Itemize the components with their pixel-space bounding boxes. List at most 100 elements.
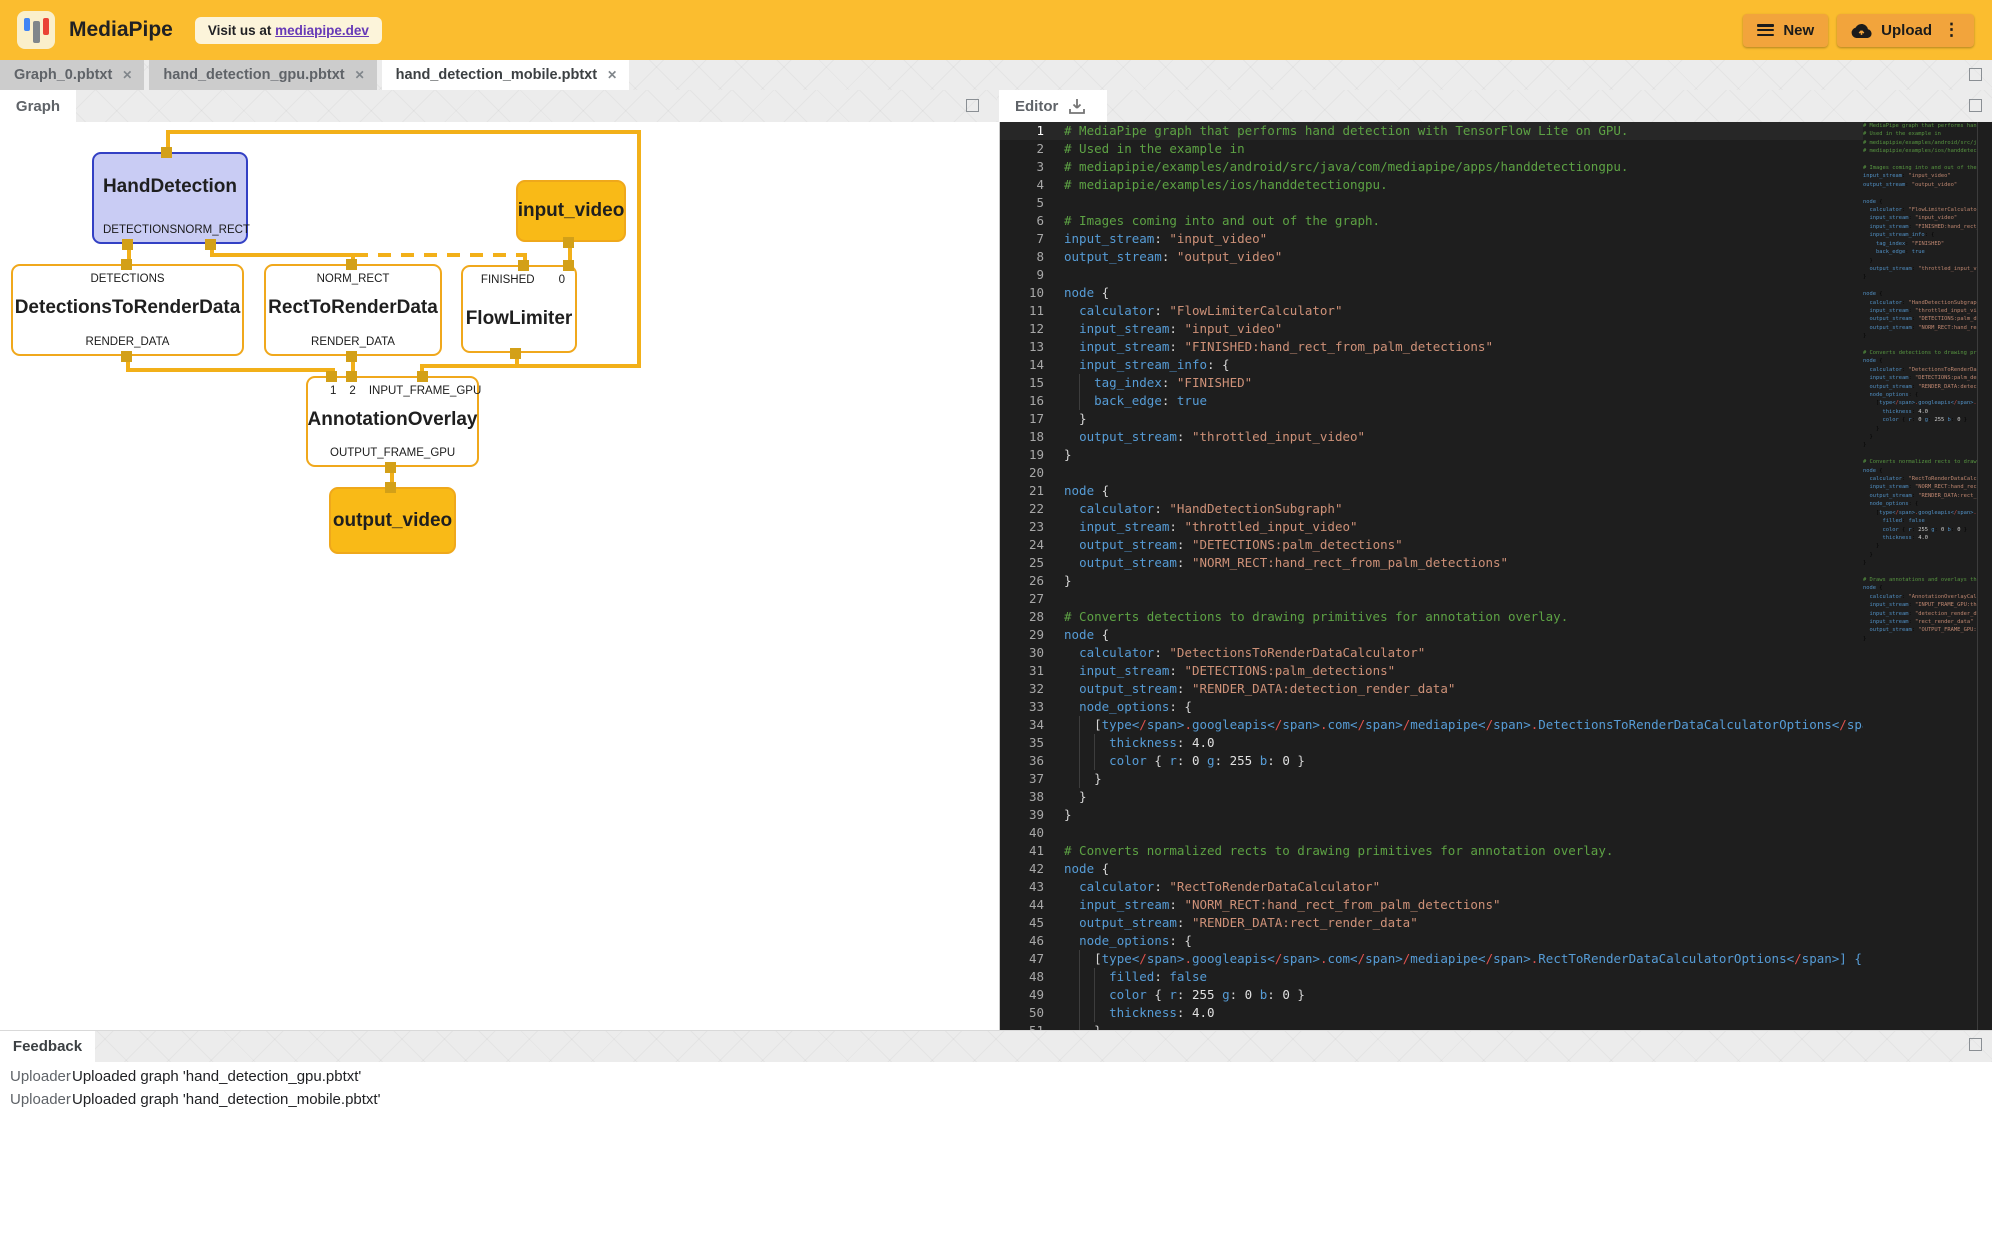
graph-node-flowlimiter[interactable]: FINISHED0FlowLimiter — [461, 265, 577, 353]
node-port[interactable] — [121, 351, 132, 362]
code-line[interactable]: 24 output_stream: "DETECTIONS:palm_detec… — [1000, 536, 1863, 554]
graph-node-annotation_overlay[interactable]: 12INPUT_FRAME_GPUAnnotationOverlayOUTPUT… — [306, 376, 479, 467]
code-line[interactable]: 19} — [1000, 446, 1863, 464]
node-title: HandDetection — [94, 154, 246, 219]
code-line[interactable]: 28# Converts detections to drawing primi… — [1000, 608, 1863, 626]
code-line[interactable]: 49 color { r: 255 g: 0 b: 0 } — [1000, 986, 1863, 1004]
code-line[interactable]: 25 output_stream: "NORM_RECT:hand_rect_f… — [1000, 554, 1863, 572]
editor-scrollbar[interactable] — [1977, 122, 1992, 1030]
code-line[interactable]: 44 input_stream: "NORM_RECT:hand_rect_fr… — [1000, 896, 1863, 914]
code-line[interactable]: 4# mediapipie/examples/ios/handdetection… — [1000, 176, 1863, 194]
graph-node-output_video[interactable]: output_video — [329, 487, 456, 554]
code-line[interactable]: 35 thickness: 4.0 — [1000, 734, 1863, 752]
code-line[interactable]: 20 — [1000, 464, 1863, 482]
tab-graph[interactable]: Graph — [0, 90, 76, 122]
upload-more-icon[interactable]: ⋮ — [1943, 20, 1960, 40]
node-port[interactable] — [385, 462, 396, 473]
code-line[interactable]: 27 — [1000, 590, 1863, 608]
node-port[interactable] — [205, 239, 216, 250]
code-line[interactable]: 10node { — [1000, 284, 1863, 302]
code-line[interactable]: 2# Used in the example in — [1000, 140, 1863, 158]
code-line[interactable]: 40 — [1000, 824, 1863, 842]
code-line[interactable]: 8output_stream: "output_video" — [1000, 248, 1863, 266]
graph-panel-expand-icon[interactable] — [966, 99, 979, 112]
code-line[interactable]: 18 output_stream: "throttled_input_video… — [1000, 428, 1863, 446]
node-port[interactable] — [518, 260, 529, 271]
file-tab-Graph_0-pbtxt[interactable]: Graph_0.pbtxt✕ — [0, 60, 144, 90]
code-line[interactable]: 48 filled: false — [1000, 968, 1863, 986]
code-line[interactable]: 9 — [1000, 266, 1863, 284]
feedback-message: Uploaded graph 'hand_detection_mobile.pb… — [72, 1091, 380, 1108]
file-strip-expand-icon[interactable] — [1969, 68, 1982, 81]
code-text: calculator: "RectToRenderDataCalculator" — [1064, 878, 1380, 896]
download-icon[interactable] — [1068, 98, 1086, 115]
code-line[interactable]: 41# Converts normalized rects to drawing… — [1000, 842, 1863, 860]
code-line[interactable]: 33 node_options: { — [1000, 698, 1863, 716]
code-line[interactable]: 37 } — [1000, 770, 1863, 788]
tab-feedback[interactable]: Feedback — [0, 1031, 95, 1062]
code-line[interactable]: 47 [type</span>.googleapis</span>.com</s… — [1000, 950, 1863, 968]
code-line[interactable]: 38 } — [1000, 788, 1863, 806]
close-tab-icon[interactable]: ✕ — [607, 68, 617, 82]
code-line[interactable]: 23 input_stream: "throttled_input_video" — [1000, 518, 1863, 536]
graph-node-rect_to_render[interactable]: NORM_RECTRectToRenderDataRENDER_DATA — [264, 264, 442, 356]
node-port[interactable] — [563, 260, 574, 271]
code-line[interactable]: 1# MediaPipe graph that performs hand de… — [1000, 122, 1863, 140]
code-line[interactable]: 42node { — [1000, 860, 1863, 878]
node-port[interactable] — [121, 259, 132, 270]
node-port[interactable] — [346, 371, 357, 382]
graph-canvas[interactable]: HandDetectionDETECTIONSNORM_RECT input_vi… — [0, 122, 997, 1030]
code-line[interactable]: 14 input_stream_info: { — [1000, 356, 1863, 374]
code-line[interactable]: 13 input_stream: "FINISHED:hand_rect_fro… — [1000, 338, 1863, 356]
editor-panel-expand-icon[interactable] — [1969, 99, 1982, 112]
code-line[interactable]: 6# Images coming into and out of the gra… — [1000, 212, 1863, 230]
code-line[interactable]: 3# mediapipie/examples/android/src/java/… — [1000, 158, 1863, 176]
node-port[interactable] — [346, 259, 357, 270]
code-line[interactable]: 11 calculator: "FlowLimiterCalculator" — [1000, 302, 1863, 320]
node-port[interactable] — [385, 482, 396, 493]
code-line[interactable]: 22 calculator: "HandDetectionSubgraph" — [1000, 500, 1863, 518]
code-line[interactable]: 32 output_stream: "RENDER_DATA:detection… — [1000, 680, 1863, 698]
node-port[interactable] — [122, 239, 133, 250]
code-line[interactable]: 29node { — [1000, 626, 1863, 644]
graph-node-handdetection[interactable]: HandDetectionDETECTIONSNORM_RECT — [92, 152, 248, 244]
code-line[interactable]: 21node { — [1000, 482, 1863, 500]
file-tab-hand_detection_gpu-pbtxt[interactable]: hand_detection_gpu.pbtxt✕ — [149, 60, 376, 90]
code-line[interactable]: 50 thickness: 4.0 — [1000, 1004, 1863, 1022]
node-port[interactable] — [417, 371, 428, 382]
graph-node-input_video[interactable]: input_video — [516, 180, 626, 242]
code-line[interactable]: 39} — [1000, 806, 1863, 824]
mediapipe-dev-link[interactable]: mediapipe.dev — [275, 23, 369, 38]
code-text: output_stream: "DETECTIONS:palm_detectio… — [1064, 536, 1403, 554]
code-line[interactable]: 7input_stream: "input_video" — [1000, 230, 1863, 248]
code-line[interactable]: 31 input_stream: "DETECTIONS:palm_detect… — [1000, 662, 1863, 680]
code-line[interactable]: 34 [type</span>.googleapis</span>.com</s… — [1000, 716, 1863, 734]
code-line[interactable]: 16 back_edge: true — [1000, 392, 1863, 410]
code-line[interactable]: 26} — [1000, 572, 1863, 590]
code-line[interactable]: 43 calculator: "RectToRenderDataCalculat… — [1000, 878, 1863, 896]
code-line[interactable]: 30 calculator: "DetectionsToRenderDataCa… — [1000, 644, 1863, 662]
tab-editor[interactable]: Editor — [999, 90, 1107, 122]
code-line[interactable]: 17 } — [1000, 410, 1863, 428]
node-port[interactable] — [563, 237, 574, 248]
close-tab-icon[interactable]: ✕ — [122, 68, 132, 82]
code-line[interactable]: 12 input_stream: "input_video" — [1000, 320, 1863, 338]
file-tab-hand_detection_mobile-pbtxt[interactable]: hand_detection_mobile.pbtxt✕ — [382, 60, 629, 90]
node-port[interactable] — [326, 371, 337, 382]
code-line[interactable]: 15 tag_index: "FINISHED" — [1000, 374, 1863, 392]
editor-minimap[interactable]: # MediaPipe graph that performs hand det… — [1863, 122, 1977, 1030]
code-line[interactable]: 36 color { r: 0 g: 255 b: 0 } — [1000, 752, 1863, 770]
new-button[interactable]: New — [1743, 14, 1828, 47]
code-line[interactable]: 5 — [1000, 194, 1863, 212]
code-text-area[interactable]: 1# MediaPipe graph that performs hand de… — [1000, 122, 1863, 1030]
graph-node-detections_to_render[interactable]: DETECTIONSDetectionsToRenderDataRENDER_D… — [11, 264, 244, 356]
upload-button[interactable]: Upload ⋮ — [1837, 14, 1974, 47]
node-port[interactable] — [510, 348, 521, 359]
close-tab-icon[interactable]: ✕ — [355, 68, 365, 82]
node-port[interactable] — [346, 351, 357, 362]
feedback-expand-icon[interactable] — [1969, 1038, 1982, 1051]
code-line[interactable]: 45 output_stream: "RENDER_DATA:rect_rend… — [1000, 914, 1863, 932]
code-line[interactable]: 51 } — [1000, 1022, 1863, 1030]
node-port[interactable] — [161, 147, 172, 158]
code-line[interactable]: 46 node_options: { — [1000, 932, 1863, 950]
